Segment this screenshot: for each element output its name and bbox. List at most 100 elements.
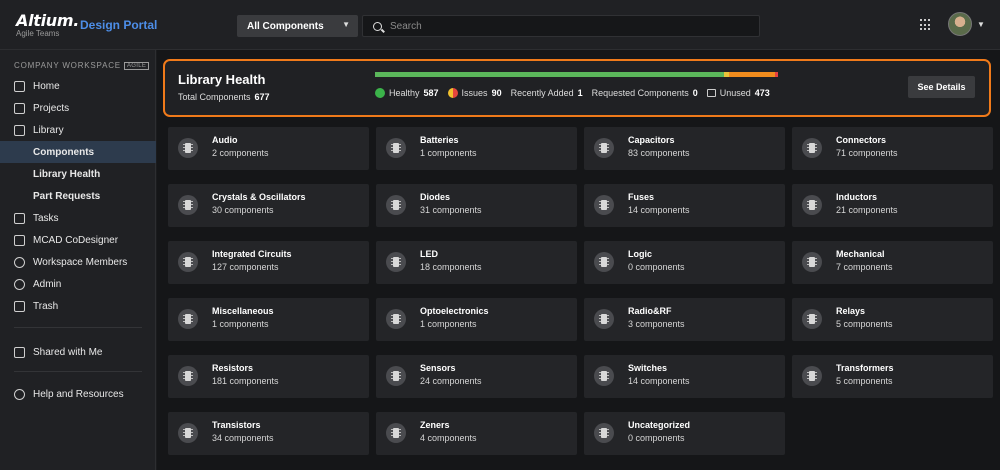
design-portal-link[interactable]: Design Portal bbox=[80, 18, 157, 32]
category-card[interactable]: Resistors 181 components bbox=[168, 355, 369, 398]
sidebar-item-shared-with-me[interactable]: Shared with Me bbox=[0, 341, 156, 363]
sidebar-item-library[interactable]: Library bbox=[0, 119, 156, 141]
category-card[interactable]: Logic 0 components bbox=[584, 241, 785, 284]
requested-components-label: Requested Components bbox=[591, 88, 689, 98]
sidebar-item-home[interactable]: Home bbox=[0, 75, 156, 97]
category-card[interactable]: Miscellaneous 1 components bbox=[168, 298, 369, 341]
category-card[interactable]: Batteries 1 components bbox=[376, 127, 577, 170]
search-icon bbox=[373, 21, 382, 31]
sidebar-item-label: Shared with Me bbox=[33, 346, 103, 358]
category-card[interactable]: Crystals & Oscillators 30 components bbox=[168, 184, 369, 227]
health-legend: Healthy 587 Issues 90 Recently Added 1 Requ… bbox=[375, 88, 779, 98]
sidebar-item-workspace-members[interactable]: Workspace Members bbox=[0, 251, 156, 273]
category-card[interactable]: Diodes 31 components bbox=[376, 184, 577, 227]
sidebar-item-help-and-resources[interactable]: Help and Resources bbox=[0, 383, 156, 405]
library-icon bbox=[14, 124, 25, 136]
requested-components-value: 0 bbox=[692, 88, 698, 98]
category-card[interactable]: Integrated Circuits 127 components bbox=[168, 241, 369, 284]
avatar[interactable] bbox=[948, 12, 972, 36]
chip-icon bbox=[178, 366, 198, 386]
sidebar-item-tasks[interactable]: Tasks bbox=[0, 207, 156, 229]
logo-tagline: Agile Teams bbox=[16, 29, 60, 38]
category-card[interactable]: Uncategorized 0 components bbox=[584, 412, 785, 455]
category-card[interactable]: Relays 5 components bbox=[792, 298, 993, 341]
category-card[interactable]: Inductors 21 components bbox=[792, 184, 993, 227]
category-name: Optoelectronics bbox=[420, 306, 489, 316]
library-health-title: Library Health bbox=[178, 72, 266, 87]
chip-icon bbox=[178, 252, 198, 272]
sidebar-item-mcad-codesigner[interactable]: MCAD CoDesigner bbox=[0, 229, 156, 251]
category-card[interactable]: Transformers 5 components bbox=[792, 355, 993, 398]
logo-text: Altium. bbox=[16, 11, 80, 30]
chip-icon bbox=[386, 309, 406, 329]
category-card[interactable]: Optoelectronics 1 components bbox=[376, 298, 577, 341]
trash-icon bbox=[14, 300, 25, 312]
chip-icon bbox=[178, 423, 198, 443]
category-name: Mechanical bbox=[836, 249, 885, 259]
category-name: Transformers bbox=[836, 363, 894, 373]
workspace-label: COMPANY WORKSPACE AGILE bbox=[14, 61, 150, 70]
category-card[interactable]: Sensors 24 components bbox=[376, 355, 577, 398]
category-count: 5 components bbox=[836, 319, 893, 329]
category-count: 0 components bbox=[628, 262, 685, 272]
unused-icon bbox=[706, 89, 716, 97]
category-name: Fuses bbox=[628, 192, 655, 202]
chip-icon bbox=[594, 423, 614, 443]
tasks-icon bbox=[14, 212, 25, 224]
category-card[interactable]: Mechanical 7 components bbox=[792, 241, 993, 284]
altium-logo[interactable]: Altium. Agile Teams bbox=[16, 11, 79, 38]
total-components-value: 677 bbox=[254, 92, 270, 102]
sidebar-item-label: Projects bbox=[33, 102, 70, 114]
category-count: 31 components bbox=[420, 205, 482, 215]
sidebar-item-label: Admin bbox=[33, 278, 62, 290]
see-details-button[interactable]: See Details bbox=[908, 76, 975, 98]
category-card[interactable]: Connectors 71 components bbox=[792, 127, 993, 170]
category-count: 24 components bbox=[420, 376, 482, 386]
sidebar-item-part-requests[interactable]: Part Requests bbox=[0, 185, 156, 207]
category-card[interactable]: Audio 2 components bbox=[168, 127, 369, 170]
sidebar-item-library-health[interactable]: Library Health bbox=[0, 163, 156, 185]
unused-label: Unused bbox=[719, 88, 751, 98]
category-card[interactable]: Transistors 34 components bbox=[168, 412, 369, 455]
chip-icon bbox=[386, 138, 406, 158]
search-input[interactable]: Search bbox=[362, 15, 760, 37]
category-name: Integrated Circuits bbox=[212, 249, 292, 259]
chip-icon bbox=[802, 195, 822, 215]
recently-added-value: 1 bbox=[577, 88, 583, 98]
category-count: 1 components bbox=[420, 319, 477, 329]
chip-icon bbox=[386, 366, 406, 386]
sidebar-item-projects[interactable]: Projects bbox=[0, 97, 156, 119]
healthy-label: Healthy bbox=[389, 88, 420, 98]
sidebar-item-label: MCAD CoDesigner bbox=[33, 234, 119, 246]
chip-icon bbox=[594, 366, 614, 386]
sidebar-item-admin[interactable]: Admin bbox=[0, 273, 156, 295]
category-count: 71 components bbox=[836, 148, 898, 158]
category-name: Switches bbox=[628, 363, 668, 373]
library-health-bar bbox=[375, 72, 779, 77]
chevron-down-icon: ▼ bbox=[342, 20, 350, 29]
category-card[interactable]: Switches 14 components bbox=[584, 355, 785, 398]
category-card[interactable]: LED 18 components bbox=[376, 241, 577, 284]
chip-icon bbox=[594, 309, 614, 329]
chevron-down-icon[interactable]: ▼ bbox=[977, 20, 985, 29]
scope-dropdown[interactable]: All Components ▼ bbox=[237, 15, 358, 37]
sidebar-item-trash[interactable]: Trash bbox=[0, 295, 156, 317]
category-name: Zeners bbox=[420, 420, 450, 430]
sidebar-item-label: Trash bbox=[33, 300, 59, 312]
category-count: 14 components bbox=[628, 205, 690, 215]
top-bar: Altium. Agile Teams Design Portal All Co… bbox=[0, 0, 1000, 50]
sidebar-item-components[interactable]: Components bbox=[0, 141, 156, 163]
apps-grid-icon[interactable] bbox=[920, 19, 932, 31]
category-card[interactable]: Fuses 14 components bbox=[584, 184, 785, 227]
sidebar-item-label: Tasks bbox=[33, 212, 59, 224]
category-card[interactable]: Radio&RF 3 components bbox=[584, 298, 785, 341]
sidebar-divider bbox=[14, 327, 142, 328]
category-count: 3 components bbox=[628, 319, 685, 329]
category-name: Inductors bbox=[836, 192, 878, 202]
category-count: 2 components bbox=[212, 148, 269, 158]
category-card[interactable]: Capacitors 83 components bbox=[584, 127, 785, 170]
category-name: Crystals & Oscillators bbox=[212, 192, 306, 202]
category-count: 181 components bbox=[212, 376, 279, 386]
share-icon bbox=[14, 346, 25, 358]
category-card[interactable]: Zeners 4 components bbox=[376, 412, 577, 455]
